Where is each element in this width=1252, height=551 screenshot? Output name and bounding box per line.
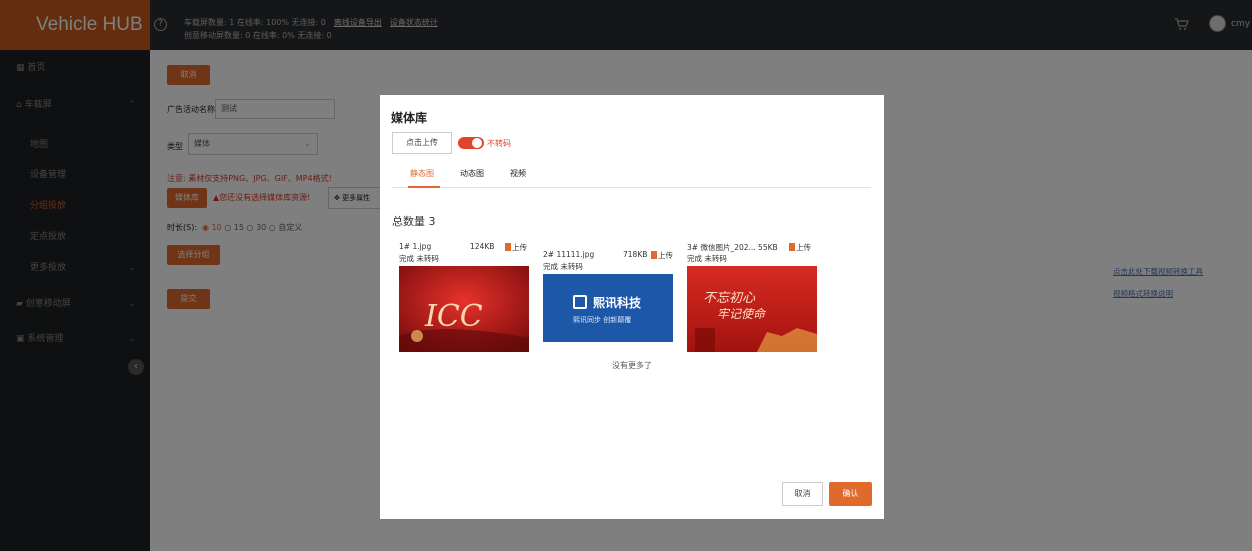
- upload-status: 上传: [651, 250, 673, 261]
- thumbnail-subtitle: 熙讯同步 创新颠覆: [573, 316, 632, 324]
- upload-status: 上传: [505, 242, 527, 253]
- media-thumbnail[interactable]: ICC: [399, 266, 529, 352]
- media-thumbnail[interactable]: 不忘初心 牢记使命: [687, 266, 817, 352]
- tab-static[interactable]: 静态图: [410, 168, 434, 179]
- media-item[interactable]: 2# 11111.jpg 718KB 上传 完成 未转码 熙讯科技 熙讯同步 创…: [543, 250, 673, 360]
- upload-icon: [651, 251, 657, 259]
- upload-status: 上传: [789, 242, 811, 253]
- no-more-text: 没有更多了: [612, 361, 652, 370]
- file-size: 124KB: [470, 242, 495, 251]
- thumbnail-title: 熙讯科技: [593, 296, 642, 310]
- tab-video[interactable]: 视频: [510, 168, 526, 179]
- logo-icon: [573, 295, 587, 309]
- file-size: 718KB: [623, 250, 648, 259]
- media-library-dialog: 媒体库 点击上传 不转码 静态图 动态图 视频 总数量 3 1# 1.jpg 1…: [380, 95, 884, 519]
- total-count: 总数量 3: [392, 215, 436, 228]
- dialog-cancel-button[interactable]: 取消: [782, 482, 823, 506]
- transcode-status: 完成 未转码: [543, 262, 583, 271]
- transcode-toggle[interactable]: [458, 137, 484, 149]
- dialog-title: 媒体库: [391, 111, 428, 125]
- svg-text:不忘初心: 不忘初心: [703, 291, 756, 306]
- transcode-status: 完成 未转码: [399, 254, 439, 263]
- transcode-status: 完成 未转码: [687, 254, 727, 263]
- file-name: 2# 11111.jpg: [543, 250, 595, 259]
- media-thumbnail[interactable]: 熙讯科技 熙讯同步 创新颠覆: [543, 274, 673, 342]
- tab-divider: [392, 187, 871, 188]
- media-item[interactable]: 1# 1.jpg 124KB 上传 完成 未转码 ICC: [399, 242, 529, 352]
- media-item[interactable]: 3# 微信图片_202... 55KB 上传 完成 未转码 不忘初心 牢记使命: [687, 242, 817, 352]
- dialog-confirm-button[interactable]: 确认: [829, 482, 872, 506]
- upload-button[interactable]: 点击上传: [392, 132, 452, 154]
- tab-active-indicator: [408, 186, 440, 188]
- svg-text:ICC: ICC: [424, 299, 483, 334]
- upload-icon: [505, 243, 511, 251]
- file-name: 1# 1.jpg: [399, 242, 432, 251]
- tab-dynamic[interactable]: 动态图: [460, 168, 484, 179]
- svg-text:牢记使命: 牢记使命: [717, 307, 767, 321]
- toggle-label: 不转码: [487, 139, 511, 148]
- upload-icon: [789, 243, 795, 251]
- file-name: 3# 微信图片_202... 55KB: [687, 243, 778, 252]
